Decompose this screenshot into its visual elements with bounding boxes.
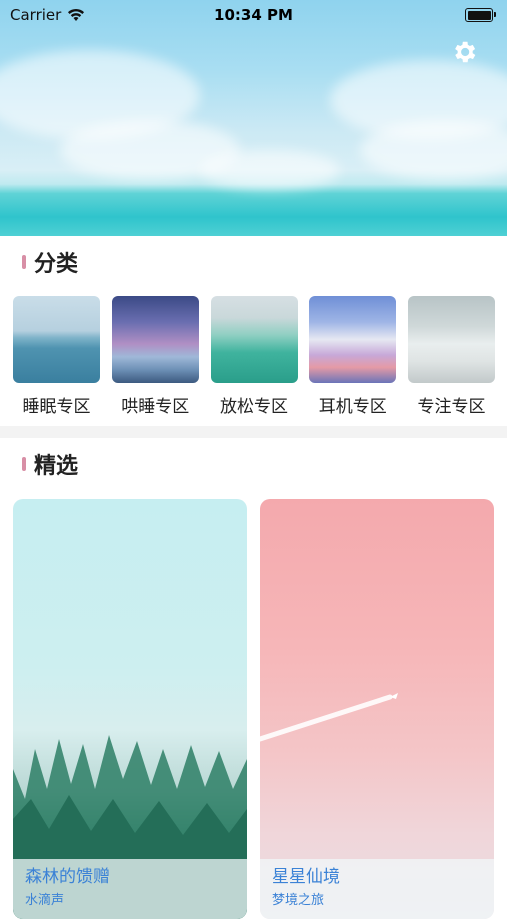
- featured-card-stars[interactable]: 星星仙境 梦境之旅: [260, 499, 494, 919]
- hero-banner: Carrier 10:34 PM: [0, 0, 507, 236]
- card-subtitle: 水滴声: [25, 893, 65, 908]
- card-title: 森林的馈赠: [25, 867, 110, 887]
- category-item-sleep[interactable]: 睡眠专区: [13, 296, 100, 417]
- forest-trees-image: [13, 735, 247, 919]
- featured-section-header: 精选: [22, 448, 78, 480]
- section-accent-bar: [22, 457, 26, 471]
- card-info-panel: 森林的馈赠 水滴声: [13, 859, 247, 919]
- category-label: 哄睡专区: [121, 397, 190, 417]
- category-section-header: 分类: [22, 246, 78, 278]
- category-label: 专注专区: [417, 397, 486, 417]
- card-subtitle: 梦境之旅: [272, 893, 325, 908]
- featured-section-title: 精选: [34, 454, 79, 479]
- category-item-headphone[interactable]: 耳机专区: [309, 296, 397, 417]
- category-item-lullaby[interactable]: 哄睡专区: [111, 296, 199, 417]
- category-section-title: 分类: [34, 252, 79, 277]
- category-thumbnail: [210, 296, 298, 383]
- card-info-panel: 星星仙境 梦境之旅: [260, 859, 494, 919]
- section-accent-bar: [22, 255, 26, 269]
- category-label: 放松专区: [220, 397, 288, 417]
- category-label: 耳机专区: [318, 397, 387, 417]
- section-divider: [0, 426, 507, 438]
- category-item-relax[interactable]: 放松专区: [210, 296, 298, 417]
- airplane-trail-image: [260, 693, 398, 742]
- card-title: 星星仙境: [272, 867, 340, 887]
- category-thumbnail: [13, 296, 100, 383]
- category-list: 睡眠专区 哄睡专区 放松专区 耳机专区 专注专区: [13, 296, 495, 417]
- gear-icon[interactable]: [450, 38, 478, 66]
- status-time: 10:34 PM: [214, 6, 293, 24]
- category-thumbnail: [309, 296, 397, 383]
- featured-card-forest[interactable]: 森林的馈赠 水滴声: [13, 499, 247, 919]
- category-label: 睡眠专区: [22, 397, 91, 417]
- category-thumbnail: [111, 296, 199, 383]
- category-item-focus[interactable]: 专注专区: [408, 296, 495, 417]
- category-thumbnail: [408, 296, 495, 383]
